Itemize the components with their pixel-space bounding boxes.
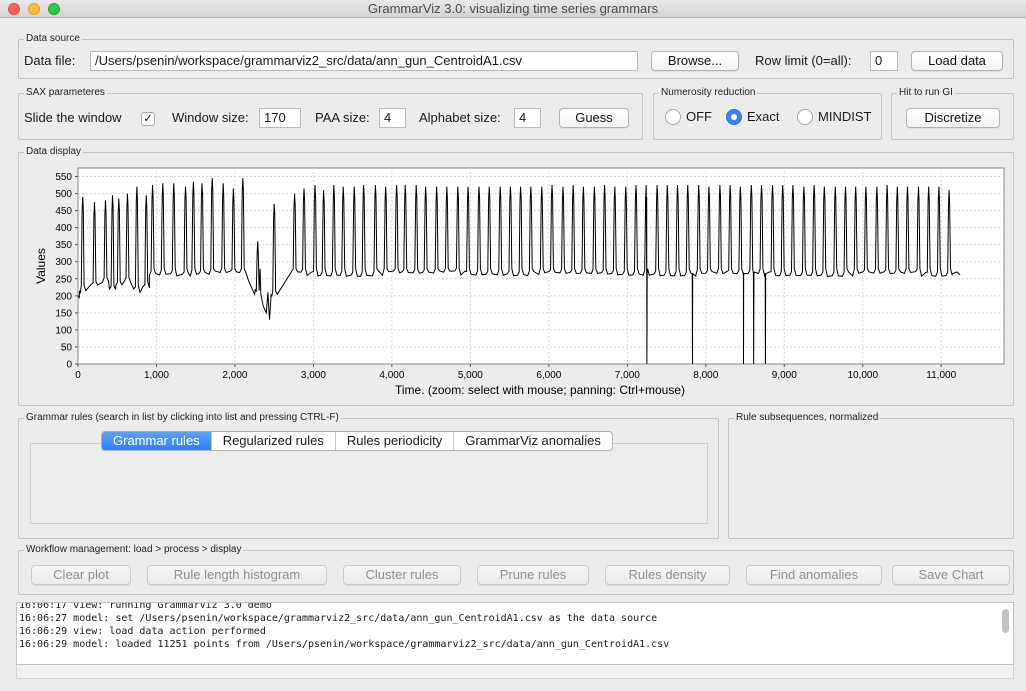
x-tick-label: 1,000 [144, 370, 169, 381]
numerosity-mindist-radio[interactable] [797, 109, 813, 125]
y-tick-label: 350 [55, 240, 72, 251]
y-tick-label: 200 [55, 291, 72, 302]
y-tick-label: 400 [55, 223, 72, 234]
run-gi-group-label: Hit to run GI [897, 87, 955, 99]
log-line: 16:06:29 model: loaded 11251 points from… [19, 639, 670, 650]
numerosity-exact-radio[interactable] [726, 109, 742, 125]
paa-size-input[interactable]: 4 [379, 108, 406, 128]
y-tick-label: 100 [55, 325, 72, 336]
row-limit-label: Row limit (0=all): [755, 53, 852, 68]
clear-plot-button[interactable]: Clear plot [31, 565, 131, 585]
x-tick-label: 9,000 [772, 370, 797, 381]
log-horizontal-scrollbar[interactable] [16, 665, 1014, 679]
x-tick-label: 8,000 [693, 370, 718, 381]
log-panel[interactable]: 16:06:17 view: running GrammarViz 3.0 de… [16, 602, 1014, 665]
find-anomalies-button[interactable]: Find anomalies [746, 565, 882, 585]
y-tick-label: 150 [55, 308, 72, 319]
log-line: 16:06:27 model: set /Users/psenin/worksp… [19, 613, 658, 624]
x-tick-label: 10,000 [847, 370, 878, 381]
numerosity-group-label: Numerosity reduction [659, 87, 758, 99]
x-axis-label: Time. (zoom: select with mouse; panning:… [395, 383, 685, 397]
tab-regularized-rules[interactable]: Regularized rules [212, 432, 336, 450]
workflow-group-label: Workflow management: load > process > di… [24, 544, 244, 556]
sax-group-label: SAX parameteres [24, 87, 107, 99]
grammar-rules-list-area[interactable] [30, 443, 708, 524]
y-tick-label: 550 [55, 172, 72, 183]
browse-button[interactable]: Browse... [651, 51, 739, 71]
y-tick-label: 250 [55, 274, 72, 285]
slide-window-checkbox[interactable]: ✓ [141, 112, 155, 126]
row-limit-input[interactable]: 0 [870, 51, 898, 71]
grammar-rules-group-label: Grammar rules (search in list by clickin… [24, 412, 341, 424]
window-title: GrammarViz 3.0: visualizing time series … [367, 1, 659, 16]
x-tick-label: 7,000 [615, 370, 640, 381]
rules-density-button[interactable]: Rules density [605, 565, 730, 585]
rule-subsequences-group-label: Rule subsequences, normalized [734, 412, 881, 424]
window-titlebar: GrammarViz 3.0: visualizing time series … [0, 0, 1026, 18]
numerosity-mindist-label: MINDIST [818, 109, 872, 124]
data-display-group-label: Data display [24, 146, 84, 158]
y-tick-label: 500 [55, 189, 72, 200]
y-tick-label: 300 [55, 257, 72, 268]
data-source-group-label: Data source [24, 33, 82, 45]
load-data-button[interactable]: Load data [911, 51, 1003, 71]
tab-rules-periodicity[interactable]: Rules periodicity [336, 432, 455, 450]
x-tick-label: 6,000 [536, 370, 561, 381]
slide-window-label: Slide the window [24, 110, 122, 125]
log-scrollbar[interactable] [1002, 609, 1009, 633]
y-tick-label: 50 [61, 342, 73, 353]
window-size-input[interactable]: 170 [259, 108, 301, 128]
x-tick-label: 5,000 [458, 370, 483, 381]
window-size-label: Window size: [172, 110, 249, 125]
y-tick-label: 450 [55, 206, 72, 217]
rule-length-histogram-button[interactable]: Rule length histogram [147, 565, 327, 585]
guess-button[interactable]: Guess [559, 108, 629, 128]
time-series-chart[interactable]: 0 1,000 2,000 3,000 4,000 5,000 6,000 7,000 8,00… [18, 160, 1014, 404]
tab-grammarviz-anomalies[interactable]: GrammarViz anomalies [454, 432, 612, 450]
y-axis-label: Values [34, 248, 48, 284]
log-line: 16:06:17 view: running GrammarViz 3.0 de… [19, 602, 272, 611]
data-file-label: Data file: [24, 53, 76, 68]
numerosity-off-radio[interactable] [665, 109, 681, 125]
save-chart-button[interactable]: Save Chart [892, 565, 1010, 585]
x-tick-label: 0 [75, 370, 81, 381]
prune-rules-button[interactable]: Prune rules [477, 565, 589, 585]
rule-subsequences-group: Rule subsequences, normalized [728, 412, 1014, 539]
y-tick-label: 0 [66, 360, 72, 371]
paa-size-label: PAA size: [315, 110, 370, 125]
log-line: 16:06:29 view: load data action performe… [19, 626, 266, 637]
alphabet-size-label: Alphabet size: [419, 110, 501, 125]
tab-grammar-rules[interactable]: Grammar rules [102, 432, 212, 450]
x-tick-label: 2,000 [222, 370, 247, 381]
numerosity-exact-label: Exact [747, 109, 780, 124]
alphabet-size-input[interactable]: 4 [514, 108, 541, 128]
x-tick-label: 3,000 [301, 370, 326, 381]
x-tick-label: 4,000 [379, 370, 404, 381]
grammar-tabs: Grammar rules Regularized rules Rules pe… [101, 431, 613, 451]
discretize-button[interactable]: Discretize [906, 108, 1000, 128]
x-tick-label: 11,000 [926, 370, 956, 381]
numerosity-off-label: OFF [686, 109, 712, 124]
cluster-rules-button[interactable]: Cluster rules [343, 565, 461, 585]
data-file-input[interactable]: /Users/psenin/workspace/grammarviz2_src/… [90, 51, 638, 71]
